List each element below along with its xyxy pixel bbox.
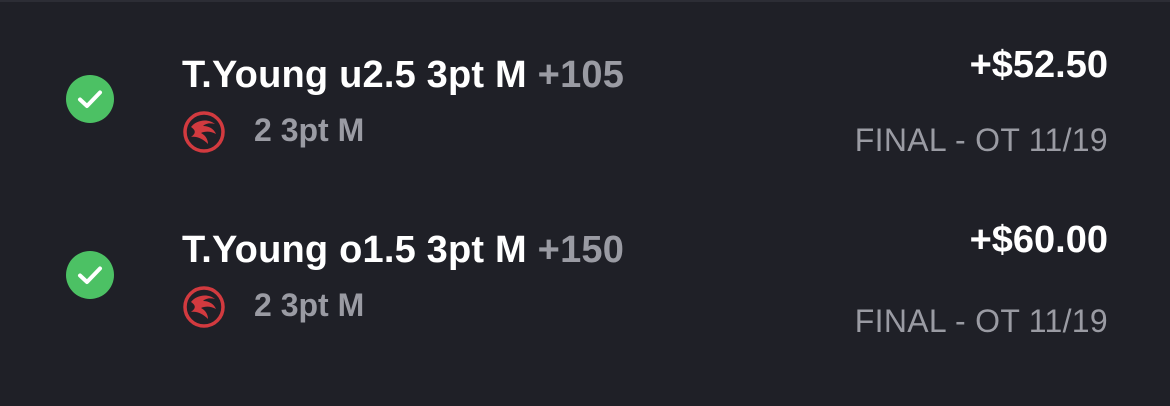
check-circle-icon bbox=[66, 75, 114, 123]
bet-row[interactable]: T.Young u2.5 3pt M +105 2 3pt M +$52.50 … bbox=[0, 20, 1170, 200]
bet-row[interactable]: T.Young o1.5 3pt M +150 2 3pt M +$60.00 … bbox=[0, 195, 1170, 375]
bet-history-list: T.Young u2.5 3pt M +105 2 3pt M +$52.50 … bbox=[0, 0, 1170, 406]
bet-title: T.Young u2.5 3pt M +105 bbox=[182, 54, 624, 97]
check-circle-icon bbox=[66, 251, 114, 299]
stat-result: 2 3pt M bbox=[254, 112, 365, 148]
bet-odds: +150 bbox=[537, 229, 625, 271]
payout-amount: +$52.50 bbox=[969, 44, 1108, 86]
divider bbox=[0, 0, 1170, 2]
hawks-logo-icon bbox=[182, 110, 226, 154]
bet-title-text: T.Young o1.5 3pt M bbox=[182, 229, 527, 271]
game-status: FINAL - OT 11/19 bbox=[854, 122, 1108, 158]
game-status: FINAL - OT 11/19 bbox=[854, 303, 1108, 339]
hawks-logo-icon bbox=[182, 285, 226, 329]
payout-amount: +$60.00 bbox=[969, 219, 1108, 261]
bet-odds: +105 bbox=[537, 54, 625, 96]
stat-result: 2 3pt M bbox=[254, 287, 365, 323]
bet-title: T.Young o1.5 3pt M +150 bbox=[182, 229, 624, 272]
bet-title-text: T.Young u2.5 3pt M bbox=[182, 54, 527, 96]
